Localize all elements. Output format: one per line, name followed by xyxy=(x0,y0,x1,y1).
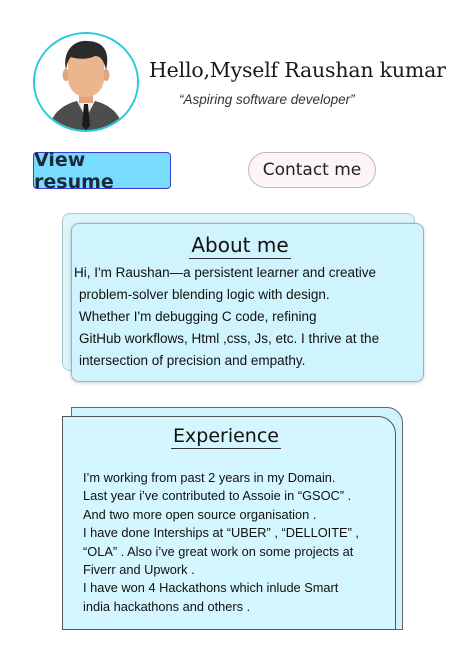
experience-line: india hackathons and others . xyxy=(83,598,251,614)
experience-line: Last year i’ve contributed to Assoie in … xyxy=(83,488,352,504)
experience-line: I’m working from past 2 years in my Doma… xyxy=(83,470,336,485)
experience-body: I’m working from past 2 years in my Doma… xyxy=(83,469,393,616)
experience-line: I have won 4 Hackathons which inlude Sma… xyxy=(83,580,339,596)
tagline: “Aspiring software developer” xyxy=(179,92,355,107)
experience-line: Fiverr and Upwork . xyxy=(83,562,195,578)
view-resume-button[interactable]: View resume xyxy=(33,149,171,193)
experience-heading: Experience xyxy=(0,425,452,449)
about-line: problem-solver blending logic with desig… xyxy=(79,287,330,302)
about-line: Hi, I'm Raushan—a persistent learner and… xyxy=(74,265,376,280)
person-avatar-icon xyxy=(35,34,137,130)
about-heading: About me xyxy=(0,233,473,259)
about-line: Whether I'm debugging C code, refining xyxy=(79,309,317,324)
experience-line: “OLA” . Also i’ve great work on some pro… xyxy=(83,543,354,559)
avatar xyxy=(33,32,139,132)
portfolio-page: Hello,Myself Raushan kumar “Aspiring sof… xyxy=(0,0,473,648)
about-body: Hi, I'm Raushan—a persistent learner and… xyxy=(74,262,434,372)
about-line: intersection of precision and empathy. xyxy=(79,353,306,368)
page-title: Hello,Myself Raushan kumar xyxy=(149,58,446,82)
experience-heading-text: Experience xyxy=(171,425,281,449)
experience-line: I have done Interships at “UBER” , “DELL… xyxy=(83,525,359,541)
about-line: GitHub workflows, Html ,css, Js, etc. I … xyxy=(79,331,380,346)
about-heading-text: About me xyxy=(189,233,291,259)
experience-line: And two more open source organisation . xyxy=(83,506,317,522)
contact-me-button[interactable]: Contact me xyxy=(248,152,376,188)
